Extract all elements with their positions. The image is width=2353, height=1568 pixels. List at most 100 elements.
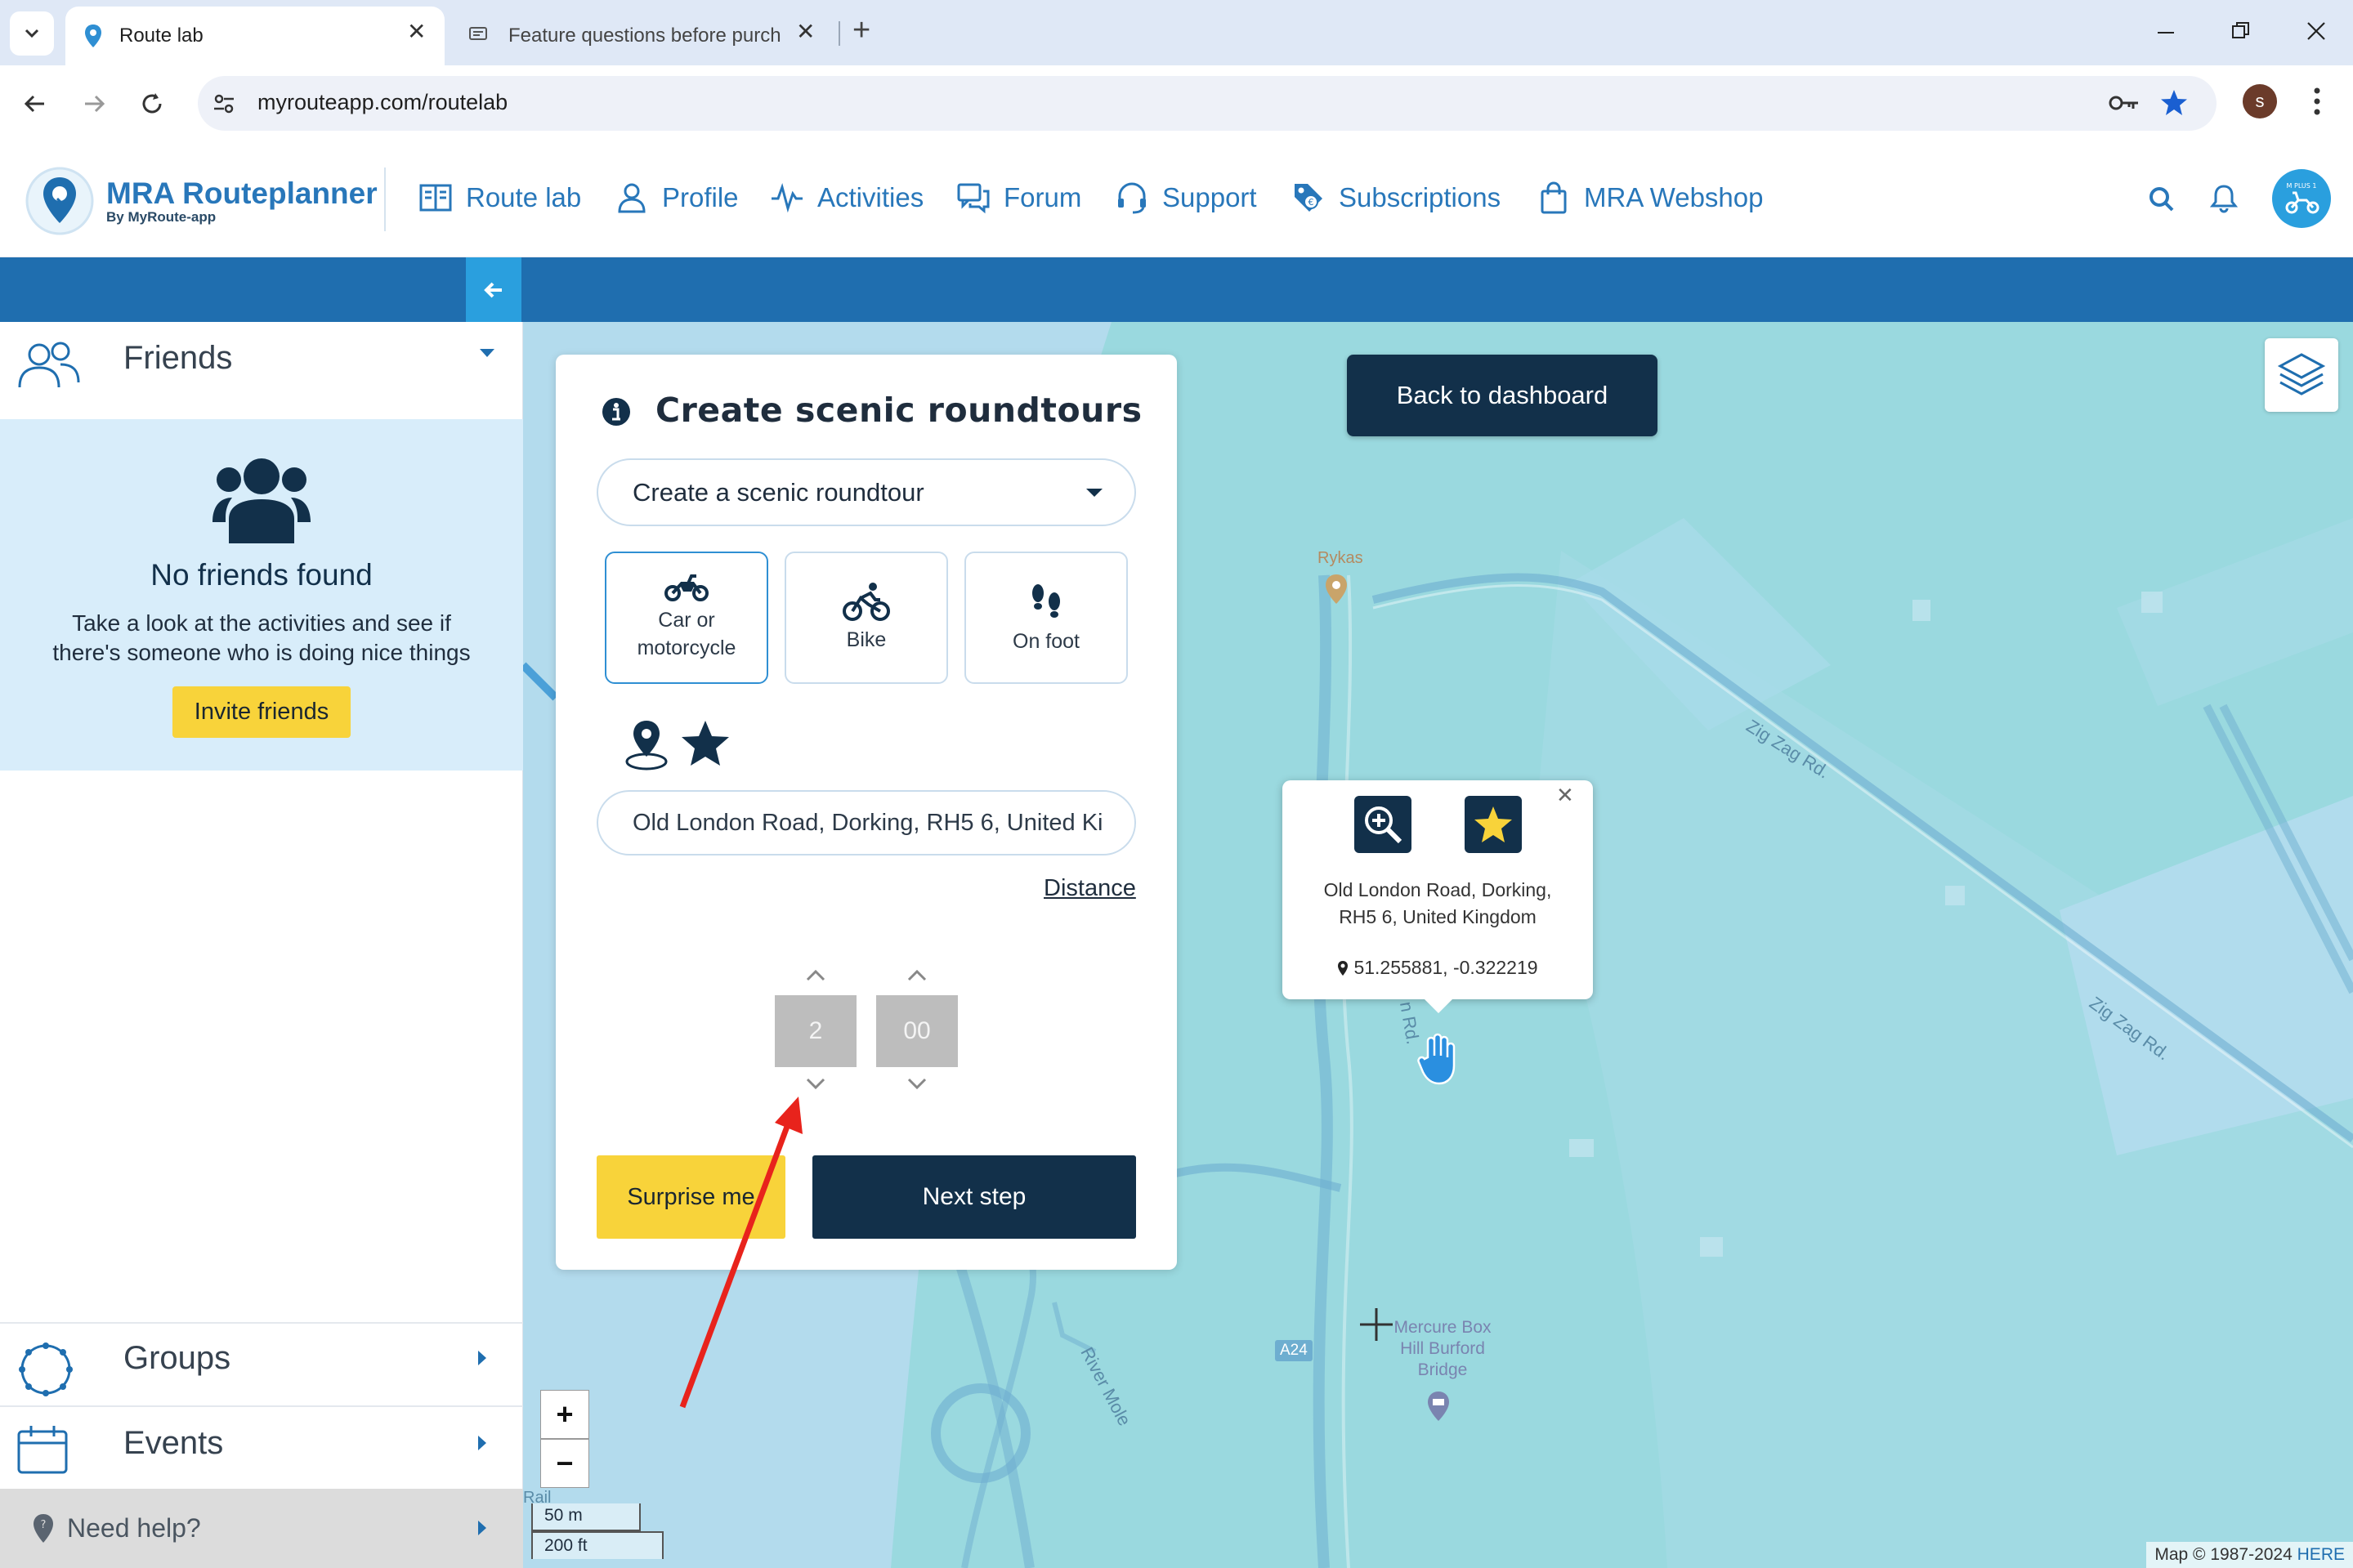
nav-profile[interactable]: Profile bbox=[615, 181, 739, 215]
zoom-to-location-button[interactable] bbox=[1354, 796, 1411, 853]
hotel-marker-icon[interactable] bbox=[1426, 1391, 1451, 1422]
hotel-label-1: Mercure Box bbox=[1393, 1318, 1492, 1337]
nav-forum[interactable]: Forum bbox=[956, 181, 1081, 215]
user-avatar[interactable]: M PLUS 1 bbox=[2272, 169, 2331, 228]
more-menu-icon[interactable] bbox=[2313, 87, 2321, 116]
road-shield: A24 bbox=[1275, 1340, 1313, 1361]
roundtour-type-select[interactable]: Create a scenic roundtour bbox=[597, 458, 1136, 526]
help-pin-icon: ? bbox=[34, 1514, 53, 1543]
profile-initial: s bbox=[2255, 91, 2265, 111]
attribution-text: Map © 1987-2024 bbox=[2154, 1545, 2293, 1564]
mode-bike[interactable]: Bike bbox=[785, 552, 948, 684]
mode-on-foot[interactable]: On foot bbox=[964, 552, 1128, 684]
nav-label: Support bbox=[1162, 182, 1257, 212]
scale-metric: 50 m bbox=[531, 1503, 641, 1531]
hours-up-chevron-icon[interactable] bbox=[805, 967, 826, 982]
hours-field[interactable]: 2 bbox=[775, 995, 857, 1067]
tab-feature-questions[interactable]: Feature questions before purch ✕ bbox=[458, 7, 834, 65]
pin-icon bbox=[1338, 961, 1349, 976]
minutes-down-chevron-icon[interactable] bbox=[906, 1077, 928, 1092]
close-window-icon[interactable] bbox=[2306, 21, 2326, 41]
group-icon bbox=[212, 458, 311, 543]
tab-route-lab[interactable]: Route lab ✕ bbox=[65, 7, 445, 65]
logo[interactable]: MRA Routeplanner By MyRoute-app bbox=[25, 166, 378, 236]
map-layers-button[interactable] bbox=[2265, 338, 2338, 412]
headset-icon bbox=[1118, 182, 1146, 214]
location-target-icon[interactable] bbox=[623, 719, 670, 771]
events-row[interactable]: Events bbox=[0, 1405, 523, 1489]
profile-avatar[interactable]: s bbox=[2243, 84, 2277, 118]
minimize-icon[interactable] bbox=[2156, 25, 2176, 41]
add-favorite-button[interactable] bbox=[1465, 796, 1522, 853]
friends-title: Friends bbox=[123, 340, 233, 376]
distance-link[interactable]: Distance bbox=[1044, 875, 1136, 902]
address-value: Old London Road, Dorking, RH5 6, United … bbox=[633, 809, 1103, 836]
favorite-star-icon[interactable] bbox=[680, 719, 731, 768]
tab-search-button[interactable] bbox=[10, 11, 54, 56]
map-scale: 50 m 200 ft bbox=[531, 1503, 672, 1561]
nav-subscriptions[interactable]: € Subscriptions bbox=[1291, 181, 1501, 215]
new-tab-icon[interactable]: + bbox=[852, 13, 870, 48]
scale-imperial: 200 ft bbox=[531, 1531, 664, 1559]
crosshair-icon bbox=[1360, 1308, 1393, 1341]
attribution-link[interactable]: HERE bbox=[2297, 1545, 2345, 1564]
password-key-icon[interactable] bbox=[2109, 92, 2141, 114]
tag-icon: € bbox=[1295, 184, 1322, 212]
popup-address-line-1: Old London Road, Dorking, bbox=[1323, 879, 1552, 900]
groups-row[interactable]: Groups bbox=[0, 1322, 523, 1405]
hours-value: 2 bbox=[808, 1017, 823, 1044]
hotel-label-2: Hill Burford bbox=[1400, 1339, 1485, 1358]
popup-close-icon[interactable]: ✕ bbox=[1556, 783, 1574, 808]
minutes-up-chevron-icon[interactable] bbox=[906, 967, 928, 982]
reload-icon[interactable] bbox=[139, 91, 165, 117]
nav-label: MRA Webshop bbox=[1584, 182, 1764, 212]
next-step-button[interactable]: Next step bbox=[812, 1155, 1136, 1239]
nav-activities[interactable]: Activities bbox=[770, 181, 924, 215]
need-help-label: Need help? bbox=[67, 1513, 201, 1543]
no-friends-text-2: there's someone who is doing nice things bbox=[52, 640, 471, 665]
bicycle-icon bbox=[843, 583, 890, 621]
info-icon[interactable] bbox=[602, 397, 631, 427]
mode-label-1: Car or bbox=[658, 609, 715, 632]
minutes-field[interactable]: 00 bbox=[876, 995, 958, 1067]
restore-icon[interactable] bbox=[2231, 21, 2251, 41]
invite-friends-button[interactable]: Invite friends bbox=[172, 686, 351, 738]
forward-arrow-icon[interactable] bbox=[82, 92, 106, 116]
mode-label-1: On foot bbox=[1013, 630, 1080, 653]
map-attribution: Map © 1987-2024 HERE bbox=[2146, 1542, 2353, 1568]
bell-icon[interactable] bbox=[2210, 184, 2238, 213]
friends-header[interactable]: Friends bbox=[0, 322, 523, 419]
close-tab-icon[interactable]: ✕ bbox=[407, 18, 426, 45]
logo-subtitle: By MyRoute-app bbox=[106, 209, 217, 225]
nav-route-lab[interactable]: Route lab bbox=[418, 181, 581, 215]
need-help-row[interactable]: ? Need help? bbox=[0, 1489, 523, 1568]
zoom-in-button[interactable]: + bbox=[540, 1390, 589, 1439]
collapse-sidebar-button[interactable] bbox=[466, 257, 521, 322]
site-settings-icon[interactable] bbox=[212, 92, 235, 115]
mode-car-motorcycle[interactable]: Car or motorcycle bbox=[605, 552, 768, 684]
poi-marker-icon[interactable] bbox=[1324, 574, 1349, 605]
minutes-value: 00 bbox=[903, 1017, 931, 1044]
footprints-icon bbox=[1032, 584, 1060, 618]
start-address-input[interactable]: Old London Road, Dorking, RH5 6, United … bbox=[597, 790, 1136, 855]
chat-icon bbox=[957, 183, 990, 214]
book-icon bbox=[419, 184, 452, 212]
popup-address-line-2: RH5 6, United Kingdom bbox=[1339, 906, 1537, 927]
coords-value: 51.255881, -0.322219 bbox=[1353, 957, 1538, 978]
svg-text:?: ? bbox=[41, 1519, 47, 1531]
search-icon[interactable] bbox=[2148, 185, 2176, 213]
nav-label: Subscriptions bbox=[1339, 182, 1501, 212]
nav-webshop[interactable]: MRA Webshop bbox=[1537, 181, 1764, 215]
back-arrow-icon[interactable] bbox=[23, 92, 47, 116]
close-tab-icon[interactable]: ✕ bbox=[796, 18, 815, 45]
friends-icon bbox=[18, 342, 80, 388]
zoom-out-button[interactable]: − bbox=[540, 1439, 589, 1488]
bookmark-star-icon[interactable] bbox=[2159, 89, 2189, 117]
nav-support[interactable]: Support bbox=[1115, 181, 1257, 215]
svg-text:M PLUS 1: M PLUS 1 bbox=[2287, 182, 2317, 190]
back-to-dashboard-button[interactable]: Back to dashboard bbox=[1347, 355, 1657, 436]
layers-icon bbox=[2277, 353, 2326, 395]
user-icon bbox=[618, 183, 646, 213]
select-value: Create a scenic roundtour bbox=[633, 477, 924, 507]
caret-right-icon bbox=[478, 1521, 486, 1535]
